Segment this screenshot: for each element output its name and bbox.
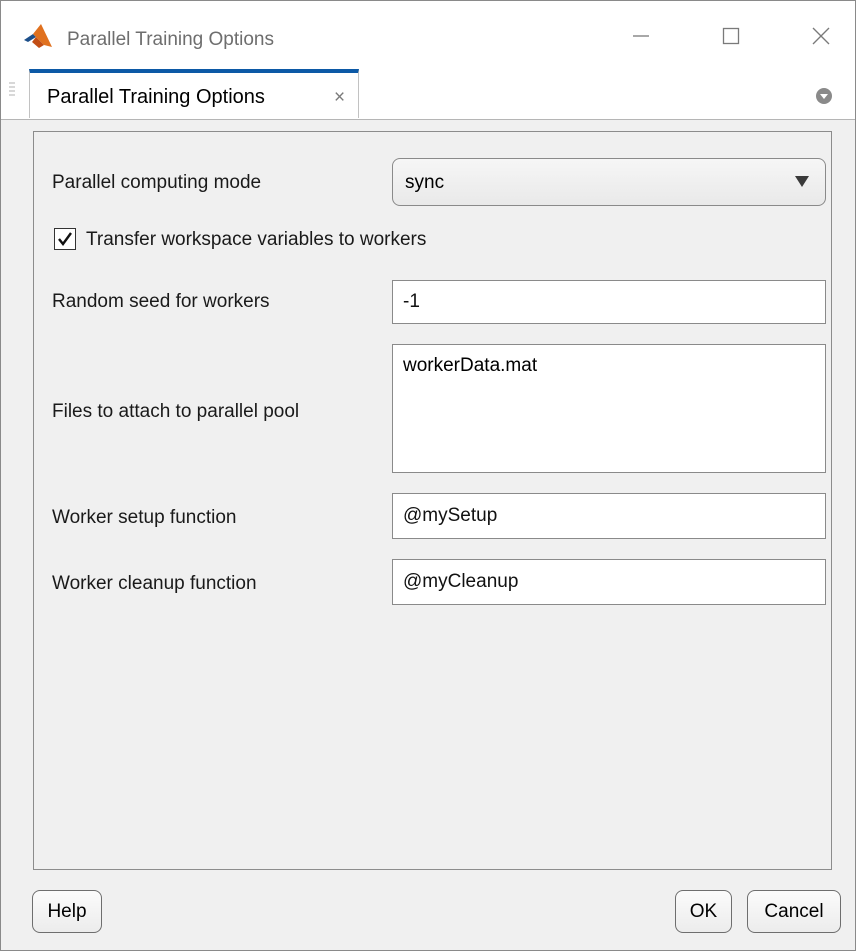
- close-button[interactable]: [791, 15, 851, 61]
- tab-menu-icon[interactable]: [813, 85, 835, 107]
- mode-value: sync: [405, 172, 445, 193]
- seed-label: Random seed for workers: [52, 291, 270, 312]
- files-label: Files to attach to parallel pool: [52, 401, 300, 422]
- checkmark-icon: [58, 232, 72, 246]
- chevron-down-icon: [795, 176, 809, 187]
- options-panel: Parallel computing mode sync Transfer wo…: [33, 131, 832, 870]
- cleanup-label: Worker cleanup function: [52, 573, 257, 594]
- minimize-button[interactable]: [611, 15, 671, 61]
- mode-dropdown[interactable]: sync: [392, 158, 826, 206]
- seed-input[interactable]: -1: [392, 280, 826, 324]
- cleanup-input[interactable]: @myCleanup: [392, 559, 826, 605]
- title-bar[interactable]: Parallel Training Options: [1, 1, 855, 67]
- mode-label: Parallel computing mode: [52, 172, 262, 193]
- dialog-window: Parallel Training Options Parallel Train…: [0, 0, 856, 951]
- help-button[interactable]: Help: [32, 890, 102, 933]
- maximize-button[interactable]: [701, 15, 761, 61]
- setup-label: Worker setup function: [52, 507, 237, 528]
- tab-parallel-training-options[interactable]: Parallel Training Options ×: [29, 69, 359, 118]
- files-textarea[interactable]: workerData.mat: [392, 344, 826, 473]
- minimize-icon: [631, 26, 651, 51]
- ok-button[interactable]: OK: [675, 890, 732, 933]
- tab-strip: Parallel Training Options ×: [1, 67, 855, 120]
- drag-grip-icon[interactable]: [9, 81, 15, 101]
- tab-close-icon[interactable]: ×: [334, 87, 345, 109]
- close-icon: [811, 26, 831, 51]
- cancel-button[interactable]: Cancel: [747, 890, 841, 933]
- setup-input[interactable]: @mySetup: [392, 493, 826, 539]
- tab-label: Parallel Training Options: [47, 86, 265, 108]
- transfer-checkbox[interactable]: [54, 228, 76, 250]
- transfer-label[interactable]: Transfer workspace variables to workers: [86, 229, 426, 251]
- maximize-icon: [721, 26, 741, 51]
- matlab-logo-icon: [23, 23, 53, 49]
- window-title: Parallel Training Options: [67, 29, 274, 50]
